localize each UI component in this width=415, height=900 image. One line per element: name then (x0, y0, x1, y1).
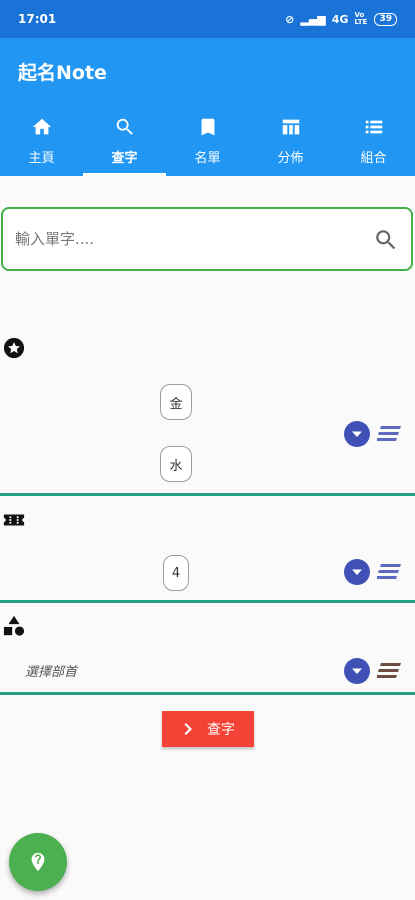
tab-distribution[interactable]: 分佈 (249, 106, 332, 176)
caret-down-icon (352, 431, 362, 437)
chevron-right-icon (184, 723, 192, 735)
network-type: 4G (331, 12, 349, 26)
section-divider (0, 600, 415, 603)
status-time: 17:01 (18, 12, 57, 26)
tab-home-label: 主頁 (28, 151, 55, 166)
ticket-icon (3, 514, 25, 526)
tab-list[interactable]: 名單 (166, 106, 249, 176)
star-circle-icon (3, 337, 25, 359)
radical-dropdown-button[interactable] (344, 658, 370, 684)
strokes-dropdown-button[interactable] (344, 559, 370, 585)
sort-lines-icon[interactable] (377, 425, 401, 443)
sort-lines-icon[interactable] (377, 563, 401, 581)
table-icon (282, 119, 299, 135)
search-input[interactable] (15, 223, 355, 255)
status-bar: 17:01 ⊘ ▂▄▆ 4G Vo LTE 39 (0, 0, 415, 38)
elements-dropdown-button[interactable] (344, 421, 370, 447)
sort-lines-icon[interactable] (377, 662, 401, 680)
radical-select-placeholder[interactable]: 選擇部首 (25, 661, 77, 680)
home-icon (32, 118, 51, 135)
tab-lookup[interactable]: 查字 (83, 106, 166, 176)
caret-down-icon (352, 569, 362, 575)
app-bar: 起名Note 主頁 查字 名單 分佈 組合 (0, 38, 415, 176)
stroke-count-chip[interactable]: 4 (163, 555, 189, 591)
battery-icon: 39 (374, 12, 397, 26)
volte-label: Vo LTE (354, 11, 368, 26)
caret-down-icon (352, 668, 362, 674)
section-divider (0, 692, 415, 695)
tab-list-label: 名單 (194, 151, 221, 166)
tab-combination[interactable]: 組合 (332, 106, 415, 176)
tab-distribution-label: 分佈 (277, 151, 304, 166)
lookup-button-label: 查字 (207, 722, 235, 738)
element-chip-metal[interactable]: 金 (160, 384, 192, 420)
element-chip-water[interactable]: 水 (160, 446, 192, 482)
search-box (1, 207, 413, 271)
status-icons: ⊘ ▂▄▆ 4G Vo LTE 39 (285, 12, 397, 26)
signal-icon: ▂▄▆ (300, 12, 326, 26)
tab-lookup-label: 查字 (111, 151, 138, 166)
bookmark-icon (201, 118, 214, 136)
section-divider (0, 493, 415, 496)
tab-combination-label: 組合 (360, 151, 387, 166)
tab-bar: 主頁 查字 名單 分佈 組合 (0, 106, 415, 176)
app-title: 起名Note (18, 62, 107, 84)
map-marker-question-icon (31, 852, 45, 872)
search-icon[interactable] (373, 227, 399, 253)
tab-home[interactable]: 主頁 (0, 106, 83, 176)
sync-off-icon: ⊘ (285, 12, 295, 26)
list-icon (365, 120, 382, 134)
lookup-button[interactable]: 查字 (162, 711, 254, 747)
search-icon (116, 118, 133, 135)
shapes-icon (3, 615, 25, 636)
help-fab[interactable] (9, 833, 67, 891)
